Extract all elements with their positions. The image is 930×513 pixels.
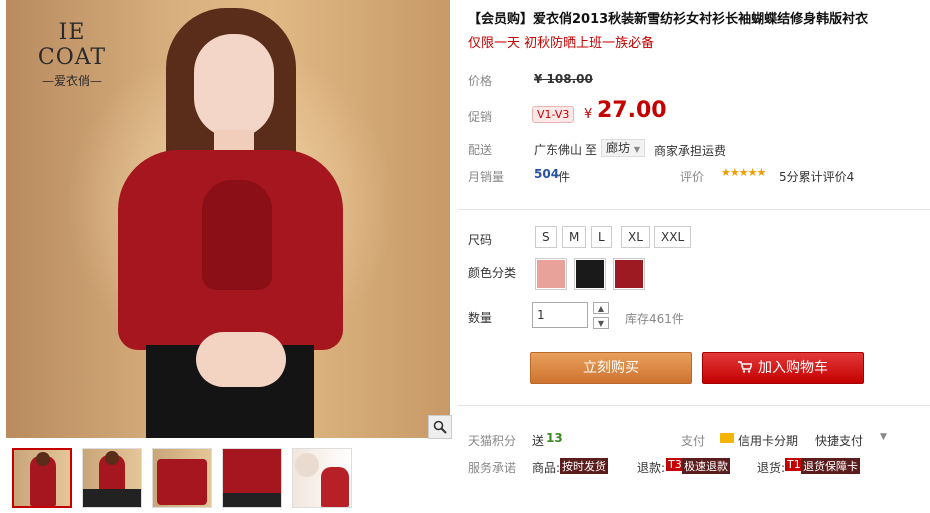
color-option-red[interactable] <box>613 258 645 290</box>
original-price: ¥ 108.00 <box>534 72 593 86</box>
chevron-down-icon[interactable]: ▼ <box>880 432 887 442</box>
points-label: 天猫积分 <box>468 434 517 448</box>
review-label: 评价 <box>680 170 705 184</box>
thumbnail-2[interactable] <box>82 448 142 508</box>
shipping-label: 配送 <box>468 143 493 157</box>
points-value: 13 <box>546 431 563 445</box>
service-2-prefix: 退款: <box>637 461 666 475</box>
add-to-cart-button[interactable]: 加入购物车 <box>702 352 864 384</box>
thumbnail-3[interactable] <box>152 448 212 508</box>
price-label: 价格 <box>468 74 493 88</box>
color-option-pink[interactable] <box>535 258 567 290</box>
service-1-badge[interactable]: 按时发货 <box>560 458 608 474</box>
divider-2 <box>458 405 930 406</box>
service-label: 服务承诺 <box>468 461 517 475</box>
add-to-cart-label: 加入购物车 <box>758 360 828 376</box>
service-2-badge[interactable]: 极速退款 <box>682 458 730 474</box>
rating-stars-icon: ★★★★★ <box>721 166 766 179</box>
model-face <box>194 34 274 138</box>
monthly-sales-unit: 件 <box>558 170 571 184</box>
monthly-sales-count: 504 <box>534 167 560 181</box>
color-label: 颜色分类 <box>468 266 517 280</box>
size-option-m[interactable]: M <box>562 226 587 248</box>
quantity-input[interactable] <box>532 302 588 328</box>
color-option-black[interactable] <box>574 258 606 290</box>
thumbnail-5[interactable] <box>292 448 352 508</box>
payment-label: 支付 <box>681 434 706 448</box>
buy-now-button[interactable]: 立刻购买 <box>530 352 692 384</box>
size-option-l[interactable]: L <box>591 226 612 248</box>
ship-from: 广东佛山 <box>534 143 583 157</box>
quantity-down-button[interactable]: ▼ <box>593 317 609 329</box>
thumbnail-1[interactable] <box>12 448 72 508</box>
promo-label: 促销 <box>468 110 493 124</box>
size-option-xxl[interactable]: XXL <box>654 226 692 248</box>
quantity-label: 数量 <box>468 311 493 325</box>
quick-pay-option[interactable]: 快捷支付 <box>815 432 863 449</box>
product-title: 【会员购】爱衣俏2013秋装新雪纺衫女衬衫长袖蝴蝶结修身韩版衬衣 <box>468 12 869 27</box>
ship-to-word: 至 <box>585 143 598 157</box>
brand-logo: IE COAT —爱衣俏— <box>24 20 120 89</box>
blouse-bow <box>202 180 272 290</box>
service-3-badge[interactable]: 退货保障卡 <box>801 458 860 474</box>
divider-1 <box>458 209 930 210</box>
city-select-value: 廊坊 <box>606 141 631 155</box>
magnifier-icon[interactable] <box>428 415 452 439</box>
size-option-xl[interactable]: XL <box>621 226 650 248</box>
current-price: 27.00 <box>597 98 667 123</box>
city-select[interactable]: 廊坊 ▼ <box>601 139 645 157</box>
main-product-image[interactable]: IE COAT —爱衣俏— <box>6 0 450 438</box>
model-hands <box>196 332 286 387</box>
cart-icon <box>738 354 754 373</box>
points-prefix: 送 <box>532 434 545 448</box>
installment-option[interactable]: 信用卡分期 <box>738 432 798 449</box>
monthly-sales-label: 月销量 <box>468 170 505 184</box>
service-3-prefix: 退货: <box>757 461 786 475</box>
thumbnail-strip <box>12 448 362 508</box>
product-subtitle: 仅限一天 初秋防晒上班一族必备 <box>468 36 655 51</box>
brand-logo-sub: —爱衣俏— <box>41 74 102 88</box>
service-1-prefix: 商品: <box>532 461 561 475</box>
brand-logo-text: IE COAT <box>37 20 107 70</box>
size-option-s[interactable]: S <box>535 226 557 248</box>
credit-card-icon <box>720 433 734 443</box>
currency-sign: ¥ <box>584 107 593 122</box>
quantity-up-button[interactable]: ▲ <box>593 302 609 314</box>
stock-count: 库存461件 <box>625 312 684 326</box>
shipping-note: 商家承担运费 <box>654 144 727 158</box>
thumbnail-4[interactable] <box>222 448 282 508</box>
size-label: 尺码 <box>468 233 493 247</box>
review-summary[interactable]: 5分累计评价4 <box>779 168 854 185</box>
promo-tag: V1-V3 <box>532 106 575 123</box>
chevron-down-icon: ▼ <box>633 145 640 154</box>
